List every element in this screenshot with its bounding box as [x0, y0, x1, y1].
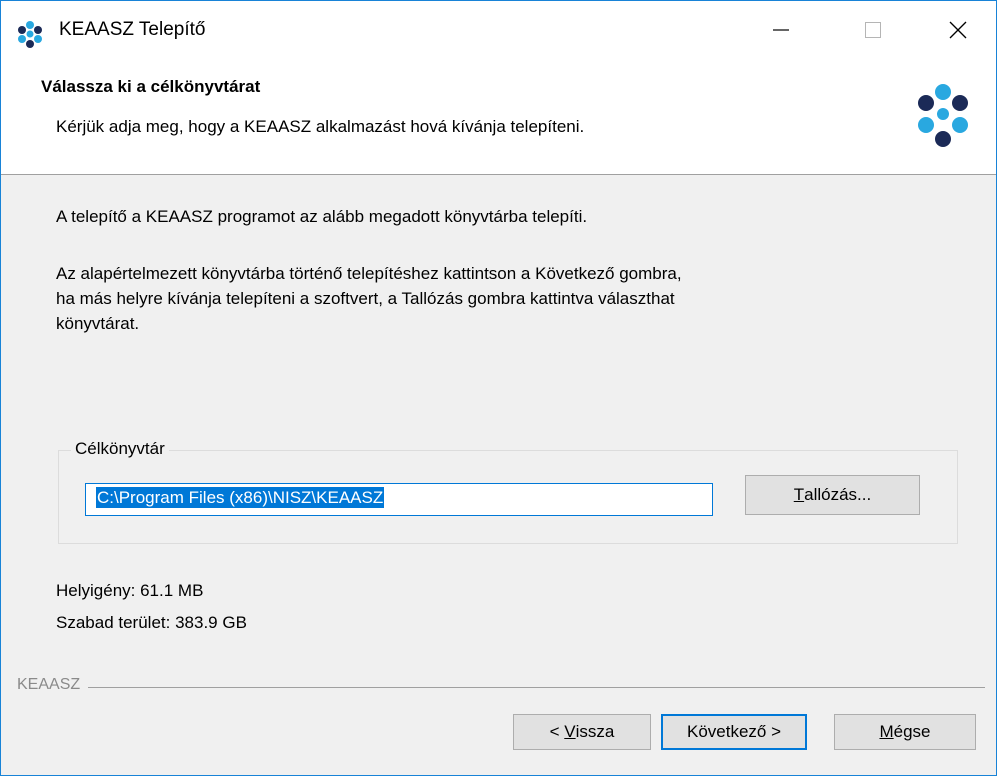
browse-label: allózás... — [804, 485, 872, 504]
app-logo-icon — [18, 21, 42, 48]
back-label: issza — [575, 722, 615, 741]
back-accelerator: V — [564, 722, 576, 741]
destination-path-input[interactable]: C:\Program Files (x86)\NISZ\KEAASZ — [85, 483, 713, 516]
footer-brand: KEAASZ — [17, 676, 89, 694]
page-title: Válassza ki a célkönyvtárat — [41, 77, 261, 96]
browse-accelerator: T — [793, 485, 805, 504]
destination-group-label: Célkönyvtár — [71, 439, 169, 459]
instruction-line-2: ha más helyre kívánja telepíteni a szoft… — [56, 289, 675, 308]
space-required: Helyigény: 61.1 MB — [56, 581, 204, 600]
destination-path-value: C:\Program Files (x86)\NISZ\KEAASZ — [96, 487, 385, 508]
maximize-icon — [865, 22, 881, 38]
minimize-button[interactable] — [735, 1, 827, 59]
cancel-label: égse — [893, 722, 931, 741]
keaasz-logo-icon — [918, 84, 968, 147]
maximize-button[interactable] — [827, 1, 919, 59]
back-button[interactable]: < Vissza — [513, 714, 651, 750]
instruction-line-1: Az alapértelmezett könyvtárba történő te… — [56, 264, 682, 283]
window-title: KEAASZ Telepítő — [59, 19, 206, 40]
browse-button[interactable]: Tallózás... — [745, 475, 920, 515]
back-prefix: < — [549, 722, 565, 741]
instruction-line-3: könyvtárat. — [56, 314, 140, 333]
next-label: Következő > — [686, 722, 782, 741]
space-free: Szabad terület: 383.9 GB — [56, 613, 247, 632]
minimize-icon — [773, 29, 789, 31]
close-button[interactable] — [919, 1, 996, 59]
instruction-text: Az alapértelmezett könyvtárba történő te… — [56, 261, 886, 336]
next-button[interactable]: Következő > — [661, 714, 807, 750]
cancel-accelerator: M — [879, 722, 894, 741]
footer-divider — [17, 687, 985, 688]
installer-window: KEAASZ Telepítő Válassza ki a célkönyvtá… — [0, 0, 997, 776]
cancel-button[interactable]: Mégse — [834, 714, 976, 750]
page-subtitle: Kérjük adja meg, hogy a KEAASZ alkalmazá… — [56, 117, 585, 136]
title-bar[interactable]: KEAASZ Telepítő — [1, 1, 996, 59]
page-header: Válassza ki a célkönyvtárat Kérjük adja … — [1, 59, 996, 175]
close-icon — [949, 21, 966, 39]
destination-groupbox: Célkönyvtár C:\Program Files (x86)\NISZ\… — [58, 439, 958, 544]
intro-text: A telepítő a KEAASZ programot az alább m… — [56, 207, 588, 226]
